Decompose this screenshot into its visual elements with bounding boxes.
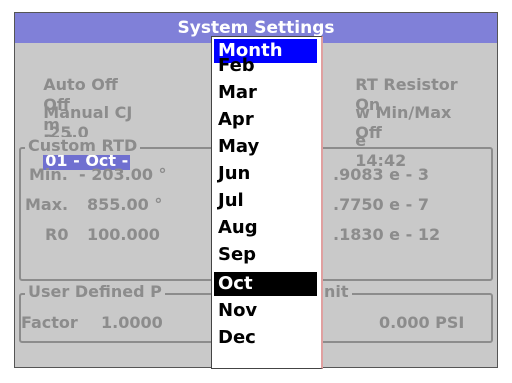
month-option-mar[interactable]: Mar: [214, 81, 317, 105]
rtd-max-value[interactable]: 855.00 °: [87, 195, 162, 215]
user-defined-legend: User Defined P: [25, 283, 165, 301]
rtd-r0-label: R0: [45, 225, 69, 244]
rtd-coef-c[interactable]: .1830 e - 12: [333, 225, 440, 245]
unit-value[interactable]: 0.000 PSI: [379, 313, 464, 333]
rtd-min-label: Min.: [29, 165, 68, 184]
rtd-coef-b[interactable]: .7750 e - 7: [333, 195, 429, 215]
rtd-coef-a[interactable]: .9083 e - 3: [333, 165, 429, 185]
month-option-jul[interactable]: Jul: [214, 189, 317, 213]
month-option-apr[interactable]: Apr: [214, 108, 317, 132]
month-option-sep[interactable]: Sep: [214, 243, 317, 267]
month-dropdown[interactable]: Month Feb Mar Apr May Jun Jul Aug Sep Oct Nov Dec: [211, 36, 323, 369]
settings-window: System Settings Auto Off Off m RT Resist…: [14, 12, 498, 369]
month-option-dec[interactable]: Dec: [214, 326, 317, 350]
custom-rtd-legend: Custom RTD: [25, 137, 141, 155]
rtd-r0-value[interactable]: 100.000: [87, 225, 160, 245]
rtd-max-label: Max.: [25, 195, 69, 214]
factor-label: Factor: [21, 313, 78, 332]
month-option-may[interactable]: May: [214, 135, 317, 159]
factor-value[interactable]: 1.0000: [101, 313, 163, 333]
rtd-min-value[interactable]: - 203.00 °: [79, 165, 167, 185]
month-option-nov[interactable]: Nov: [214, 299, 317, 323]
month-option-aug[interactable]: Aug: [214, 216, 317, 240]
user-defined-legend-right: nit: [321, 283, 352, 301]
month-option-jun[interactable]: Jun: [214, 162, 317, 186]
month-option-oct[interactable]: Oct: [214, 272, 317, 296]
month-option-feb[interactable]: Feb: [214, 54, 317, 78]
